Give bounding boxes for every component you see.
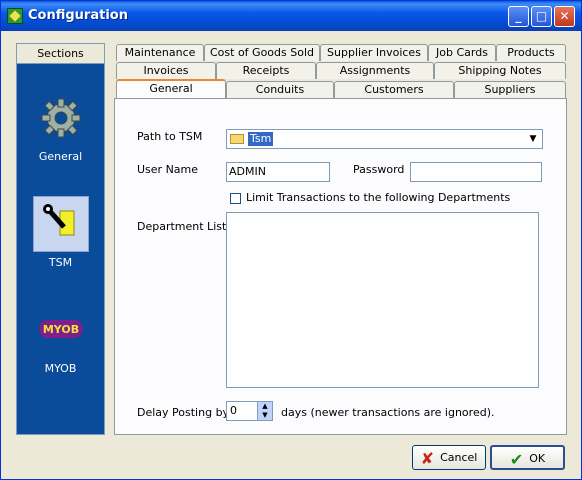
tab-supplier-invoices[interactable]: Supplier Invoices (320, 44, 428, 61)
sections-header: Sections (17, 44, 104, 64)
tab-job-cards[interactable]: Job Cards (428, 44, 496, 61)
tab-receipts[interactable]: Receipts (216, 62, 316, 79)
cancel-button[interactable]: ✘ Cancel (412, 445, 486, 470)
password-label: Password (353, 163, 405, 176)
section-label-myob: MYOB (44, 362, 77, 375)
section-item-myob[interactable]: MYOB MYOB (17, 308, 104, 398)
minimize-button[interactable]: _ (508, 6, 529, 27)
myob-logo: MYOB (39, 308, 83, 352)
tab-cost-of-goods-sold[interactable]: Cost of Goods Sold (204, 44, 320, 61)
configuration-window: Configuration _ □ ✕ Sections General TSM… (0, 0, 582, 480)
department-list[interactable] (226, 212, 539, 388)
username-label: User Name (137, 163, 199, 176)
tab-conduits[interactable]: Conduits (226, 81, 334, 98)
window-title: Configuration (28, 8, 128, 23)
tab-invoices[interactable]: Invoices (116, 62, 216, 79)
path-combo[interactable]: Tsm ▼ (226, 129, 543, 149)
section-label-tsm: TSM (48, 256, 73, 269)
maximize-button[interactable]: □ (531, 6, 552, 27)
delay-spinner[interactable]: 0 ▲ ▼ (226, 401, 273, 421)
limit-checkbox[interactable] (230, 193, 241, 204)
tab-products[interactable]: Products (496, 44, 566, 61)
cancel-icon: ✘ (420, 448, 435, 468)
ok-button[interactable]: ✔ OK (490, 445, 565, 470)
gear-icon (39, 96, 83, 140)
path-label: Path to TSM (137, 130, 203, 143)
section-item-tsm[interactable]: TSM (17, 196, 104, 292)
department-list-label: Department List (137, 220, 227, 233)
tab-maintenance[interactable]: Maintenance (116, 44, 204, 61)
tab-assignments[interactable]: Assignments (316, 62, 434, 79)
path-value: Tsm (248, 132, 274, 146)
key-icon (33, 196, 89, 252)
tab-suppliers[interactable]: Suppliers (454, 81, 566, 98)
chevron-down-icon[interactable]: ▼ (525, 131, 541, 147)
tab-general[interactable]: General (116, 79, 226, 98)
close-button[interactable]: ✕ (554, 6, 575, 27)
delay-suffix: days (newer transactions are ignored). (281, 406, 495, 419)
general-page: Path to TSM Tsm ▼ User Name ADMIN Passwo… (114, 98, 567, 435)
sections-panel: Sections General TSM MYOB MYOB (16, 43, 105, 435)
limit-label: Limit Transactions to the following Depa… (246, 191, 511, 204)
tab-panel: Maintenance Cost of Goods Sold Supplier … (114, 43, 567, 435)
folder-icon (230, 134, 244, 144)
svg-text:MYOB: MYOB (43, 323, 79, 336)
spin-up-icon[interactable]: ▲ (257, 402, 272, 411)
tab-customers[interactable]: Customers (334, 81, 454, 98)
delay-label: Delay Posting by (137, 406, 230, 419)
checkmark-icon: ✔ (509, 449, 524, 469)
section-label-general: General (38, 150, 83, 163)
ok-label: OK (529, 452, 546, 465)
title-bar[interactable]: Configuration _ □ ✕ (1, 1, 581, 31)
spin-down-icon[interactable]: ▼ (257, 411, 272, 420)
tab-shipping-notes[interactable]: Shipping Notes (434, 62, 566, 79)
section-item-general[interactable]: General (17, 96, 104, 186)
app-icon (7, 8, 23, 24)
password-field[interactable] (410, 162, 542, 182)
username-field[interactable]: ADMIN (226, 162, 330, 182)
cancel-label: Cancel (440, 451, 478, 464)
delay-value: 0 (230, 404, 237, 417)
